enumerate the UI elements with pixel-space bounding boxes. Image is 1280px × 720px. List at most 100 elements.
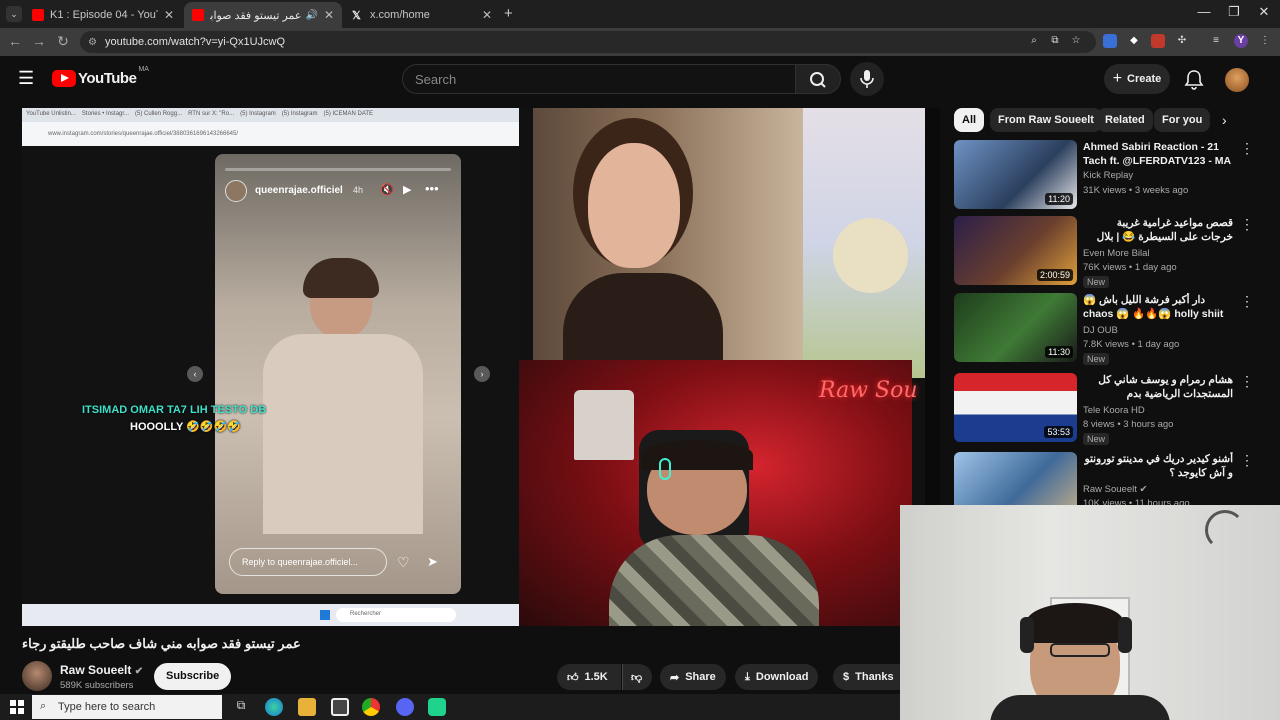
channel-name[interactable]: Tele Koora HD [1083,405,1145,416]
audio-playing-icon[interactable]: 🔊 [305,10,317,21]
headset-right [1118,617,1132,653]
channel-name[interactable]: DJ OUB [1083,325,1118,336]
more-options-icon[interactable]: ⋮ [1240,216,1254,233]
chip-for-you[interactable]: For you [1154,108,1211,132]
search-button[interactable] [795,64,841,94]
chip-all[interactable]: All [954,108,985,132]
create-button[interactable]: + Create [1104,64,1170,94]
close-tab-icon[interactable]: ✕ [324,8,334,22]
captured-tab: Stories • Instagr... [81,111,130,117]
tab-search-button[interactable]: ⌄ [6,6,22,22]
site-info-icon[interactable]: ⚙ [88,37,97,48]
more-options-icon[interactable]: ⋮ [1240,293,1254,310]
captured-tab: RTN sur X: "Ro... [188,111,235,117]
thanks-button[interactable]: $ Thanks [833,664,900,690]
video-title[interactable]: أشنو كيدير دريك في مدينتو تورونتو و آش ك… [1083,452,1233,480]
translate-extension-icon[interactable] [1103,34,1117,48]
install-icon[interactable]: ⧉ [1048,34,1062,48]
discord-icon[interactable] [396,698,414,716]
chip-related[interactable]: Related [1097,108,1153,132]
video-title[interactable]: Ahmed Sabiri Reaction - 21 Tach ft. @LFE… [1083,140,1233,168]
edge-browser-icon[interactable] [265,698,283,716]
verified-icon: ✔ [134,666,144,677]
more-options-icon[interactable]: ⋮ [1240,452,1254,469]
duration-badge: 53:53 [1044,426,1073,438]
channel-name-main[interactable]: Raw Soueelt ✔ [60,663,143,677]
voice-search-button[interactable] [850,62,884,96]
menu-kebab-icon[interactable]: ⋮ [1258,34,1272,48]
thanks-label: Thanks [855,671,894,683]
store-icon[interactable] [331,698,349,716]
video-title[interactable]: هشام رمرام و يوسف شاني كل المستجدات الري… [1083,373,1233,401]
story-reply-input: Reply to queenrajae.officiel... [229,548,387,576]
video-thumbnail[interactable]: 2:00:59 [954,216,1077,285]
task-view-icon[interactable]: ⧉ [232,698,250,716]
browser-tab-3[interactable]: 𝕏 x.com/home ✕ [344,2,500,28]
more-options-icon[interactable]: ⋮ [1240,140,1254,157]
story-next-icon: › [474,366,490,382]
bookmark-star-icon[interactable]: ☆ [1069,34,1083,48]
download-label: Download [755,671,809,683]
account-avatar[interactable] [1225,68,1249,92]
browser-toolbar: ← → ↻ ⚙ youtube.com/watch?v=yi-Qx1UJcwQ … [0,28,1280,56]
recommendation-item[interactable]: 11:20 Ahmed Sabiri Reaction - 21 Tach ft… [954,140,1254,214]
new-badge: New [1083,353,1110,365]
chrome-icon[interactable] [362,698,380,716]
forward-icon[interactable]: → [30,33,48,49]
chip-from-channel[interactable]: From Raw Soueelt [990,108,1102,132]
recommendation-item[interactable]: 11:30 😱 دار أكبر فرشة الليل باش chaos 😱 … [954,293,1254,367]
recommendation-item[interactable]: 53:53 هشام رمرام و يوسف شاني كل المستجدا… [954,373,1254,447]
extension-diamond-icon[interactable]: ◆ [1127,34,1141,48]
download-button[interactable]: ⤓ Download [735,664,819,690]
create-label: Create [1127,73,1162,85]
video-title[interactable]: قصص مواعيد غرامية غريبة خرجات على السيطر… [1083,216,1233,244]
streamer-hair [641,440,753,470]
search-input[interactable]: Search [402,64,796,94]
share-button[interactable]: ➦ Share [660,664,726,690]
video-thumbnail[interactable]: 53:53 [954,373,1077,442]
windows-start-icon[interactable] [10,700,24,714]
file-explorer-icon[interactable] [298,698,316,716]
chips-next-icon[interactable]: › [1222,112,1227,128]
windows-taskbar: ⌕ Type here to search ⧉ [0,694,900,720]
subscribe-button[interactable]: Subscribe [154,663,232,690]
dislike-button[interactable]: 👎︎ [622,664,652,690]
recommendation-item[interactable]: 2:00:59 قصص مواعيد غرامية غريبة خرجات عل… [954,216,1254,290]
captured-search-box: Rechercher [336,608,456,622]
channel-avatar[interactable] [22,661,52,691]
app-icon[interactable] [428,698,446,716]
extensions-puzzle-icon[interactable]: ✣ [1175,34,1189,48]
channel-name[interactable]: Raw Soueelt ✔ [1083,484,1147,495]
like-button[interactable]: 👍︎ 1.5K [557,664,621,690]
new-tab-button[interactable]: + [504,5,513,22]
extension-red-icon[interactable] [1151,34,1165,48]
video-title[interactable]: 😱 دار أكبر فرشة الليل باش chaos 😱 🔥🔥😱 ho… [1083,293,1233,321]
zoom-icon[interactable]: ⌕ [1027,34,1041,48]
channel-name[interactable]: Even More Bilal [1083,248,1150,259]
tab-title: K1 : Episode 04 - YouTube [50,9,158,21]
profile-avatar[interactable]: Y [1234,34,1248,48]
restore-icon[interactable]: ❐ [1218,4,1250,20]
reading-list-icon[interactable]: ≡ [1209,34,1223,48]
close-window-icon[interactable]: ✕ [1248,4,1280,20]
notifications-button[interactable] [1184,68,1204,95]
close-tab-icon[interactable]: ✕ [482,8,492,22]
browser-tab-1[interactable]: K1 : Episode 04 - YouTube ✕ [24,2,182,28]
video-player[interactable]: YouTube Unlistin... Stories • Instagr...… [22,108,940,626]
youtube-logo[interactable]: YouTube MA [52,66,149,87]
mute-icon: 🔇 [380,184,394,196]
reload-icon[interactable]: ↻ [54,33,72,50]
channel-name[interactable]: Kick Replay [1083,170,1133,181]
hamburger-menu-icon[interactable]: ☰ [18,68,34,89]
more-options-icon[interactable]: ⋮ [1240,373,1254,390]
video-thumbnail[interactable]: 11:20 [954,140,1077,209]
x-icon: 𝕏 [352,10,361,22]
back-icon[interactable]: ← [6,33,24,49]
minimize-icon[interactable]: — [1188,4,1220,19]
address-bar[interactable]: ⚙ youtube.com/watch?v=yi-Qx1UJcwQ [80,31,1096,53]
close-tab-icon[interactable]: ✕ [164,8,174,22]
ceiling-lamp [1205,510,1245,550]
browser-tab-2[interactable]: عمر تيستو فقد صوابه مني 🔊 ✕ [184,2,342,28]
video-thumbnail[interactable]: 11:30 [954,293,1077,362]
taskbar-search-input[interactable]: ⌕ Type here to search [32,695,222,719]
